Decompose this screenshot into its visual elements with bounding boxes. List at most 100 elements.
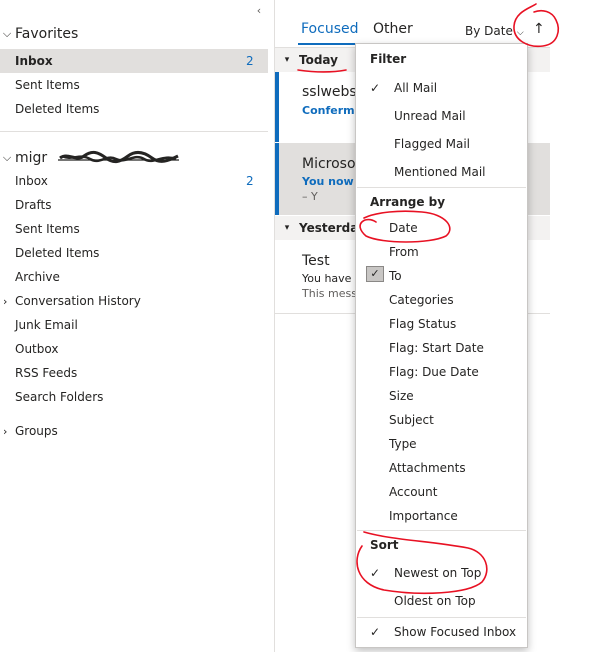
- mail-preview: – Y: [302, 190, 318, 203]
- menu-item-arrange-importance[interactable]: Importance: [356, 505, 527, 527]
- section-label: Today: [299, 53, 338, 67]
- unread-count: 2: [246, 54, 254, 68]
- folder-deleted-items[interactable]: Deleted Items: [0, 241, 268, 265]
- tab-other[interactable]: Other: [373, 21, 413, 37]
- menu-item-label: Mentioned Mail: [394, 165, 486, 179]
- menu-separator: [357, 530, 526, 531]
- folder-label: RSS Feeds: [15, 366, 78, 380]
- menu-item-arrange-flag-status[interactable]: Flag Status: [356, 313, 527, 335]
- redacted-scribble: [58, 150, 179, 164]
- menu-item-label: Size: [389, 389, 414, 403]
- menu-item-label: Type: [389, 437, 417, 451]
- menu-item-label: Flag Status: [389, 317, 457, 331]
- account-title: migr: [15, 150, 48, 166]
- folder-label: Inbox: [15, 54, 53, 68]
- menu-item-mentioned-mail[interactable]: Mentioned Mail: [356, 161, 527, 183]
- folder-junk-email[interactable]: Junk Email: [0, 313, 268, 337]
- menu-item-label: Attachments: [389, 461, 466, 475]
- folder-label: Drafts: [15, 198, 52, 212]
- menu-item-label: Account: [389, 485, 438, 499]
- menu-item-arrange-to[interactable]: To: [356, 265, 527, 287]
- menu-item-arrange-flag-due-date[interactable]: Flag: Due Date: [356, 361, 527, 383]
- tab-focused[interactable]: Focused: [301, 21, 358, 37]
- folder-groups[interactable]: › Groups: [0, 419, 268, 443]
- folder-label: Outbox: [15, 342, 59, 356]
- favorites-deleted-items[interactable]: Deleted Items: [0, 97, 268, 121]
- pane-divider: [0, 131, 268, 132]
- mail-subject: You now f: [302, 175, 363, 188]
- menu-item-label: Newest on Top: [394, 566, 482, 580]
- menu-item-oldest-on-top[interactable]: Oldest on Top: [356, 590, 527, 612]
- mail-sender: Microso: [302, 156, 356, 172]
- menu-item-newest-on-top[interactable]: ✓ Newest on Top: [356, 562, 527, 584]
- chevron-down-icon: ⌵: [2, 27, 12, 40]
- folder-outbox[interactable]: Outbox: [0, 337, 268, 361]
- checkmark-icon: ✓: [369, 566, 381, 580]
- folder-inbox[interactable]: Inbox 2: [0, 169, 268, 193]
- mail-sender: Test: [302, 253, 330, 269]
- menu-heading-arrange-by: Arrange by: [370, 195, 446, 209]
- menu-item-label: Importance: [389, 509, 458, 523]
- folder-rss-feeds[interactable]: RSS Feeds: [0, 361, 268, 385]
- favorites-inbox[interactable]: Inbox 2: [0, 49, 268, 73]
- favorites-header[interactable]: ⌵ Favorites: [0, 23, 78, 45]
- sort-by-dropdown[interactable]: By Date ⌵: [465, 24, 524, 38]
- menu-item-label: Show Focused Inbox: [394, 625, 517, 639]
- sort-filter-menu: Filter ✓ All Mail Unread Mail Flagged Mai…: [355, 43, 528, 648]
- sort-direction-arrow-icon[interactable]: ↑: [533, 21, 545, 37]
- mail-subject: Conferma: [302, 104, 363, 117]
- menu-item-all-mail[interactable]: ✓ All Mail: [356, 77, 527, 99]
- folder-label: Search Folders: [15, 390, 104, 404]
- account-header[interactable]: ⌵ migr: [0, 147, 47, 169]
- menu-item-arrange-attachments[interactable]: Attachments: [356, 457, 527, 479]
- folder-sent-items[interactable]: Sent Items: [0, 217, 268, 241]
- menu-item-arrange-flag-start-date[interactable]: Flag: Start Date: [356, 337, 527, 359]
- chevron-down-icon: ▾: [284, 55, 290, 65]
- unread-bar: [275, 72, 279, 142]
- folder-label: Archive: [15, 270, 60, 284]
- checkmark-icon: ✓: [369, 81, 381, 95]
- chevron-down-icon: ⌵: [2, 151, 12, 164]
- chevron-right-icon[interactable]: ›: [3, 425, 7, 438]
- mail-sender: sslwebs: [302, 84, 357, 100]
- favorites-sent-items[interactable]: Sent Items: [0, 73, 268, 97]
- folder-label: Junk Email: [15, 318, 78, 332]
- folder-drafts[interactable]: Drafts: [0, 193, 268, 217]
- folder-label: Sent Items: [15, 222, 80, 236]
- folder-label: Sent Items: [15, 78, 80, 92]
- menu-item-arrange-subject[interactable]: Subject: [356, 409, 527, 431]
- menu-item-arrange-from[interactable]: From: [356, 241, 527, 263]
- menu-heading-sort: Sort: [370, 538, 399, 552]
- folder-label: Inbox: [15, 174, 48, 188]
- menu-item-label: Date: [389, 221, 418, 235]
- chevron-down-icon: ⌵: [516, 28, 524, 38]
- menu-item-arrange-account[interactable]: Account: [356, 481, 527, 503]
- menu-item-label: Flagged Mail: [394, 137, 471, 151]
- menu-item-arrange-type[interactable]: Type: [356, 433, 527, 455]
- chevron-right-icon[interactable]: ›: [3, 295, 7, 308]
- menu-separator: [357, 187, 526, 188]
- unread-count: 2: [246, 174, 254, 188]
- menu-heading-filter: Filter: [370, 52, 407, 66]
- folder-label: Groups: [15, 424, 58, 438]
- folder-label: Conversation History: [15, 294, 141, 308]
- menu-item-label: Categories: [389, 293, 454, 307]
- collapse-pane-icon[interactable]: ‹: [253, 5, 265, 17]
- menu-item-label: Flag: Start Date: [389, 341, 484, 355]
- folder-archive[interactable]: Archive: [0, 265, 268, 289]
- sort-by-label: By Date: [465, 24, 513, 38]
- menu-item-label: Unread Mail: [394, 109, 466, 123]
- menu-item-arrange-date[interactable]: Date: [356, 217, 527, 239]
- favorites-title: Favorites: [15, 26, 79, 42]
- menu-item-arrange-categories[interactable]: Categories: [356, 289, 527, 311]
- folder-pane: ‹ ⌵ Favorites Inbox 2 Sent Items Deleted…: [0, 0, 275, 652]
- menu-item-show-focused-inbox[interactable]: ✓ Show Focused Inbox: [356, 621, 527, 643]
- folder-search-folders[interactable]: Search Folders: [0, 385, 268, 409]
- menu-item-arrange-size[interactable]: Size: [356, 385, 527, 407]
- menu-item-flagged-mail[interactable]: Flagged Mail: [356, 133, 527, 155]
- chevron-down-icon: ▾: [284, 223, 290, 233]
- menu-item-unread-mail[interactable]: Unread Mail: [356, 105, 527, 127]
- folder-conversation-history[interactable]: › Conversation History: [0, 289, 268, 313]
- menu-item-label: All Mail: [394, 81, 438, 95]
- tab-focused-underline: [298, 43, 355, 45]
